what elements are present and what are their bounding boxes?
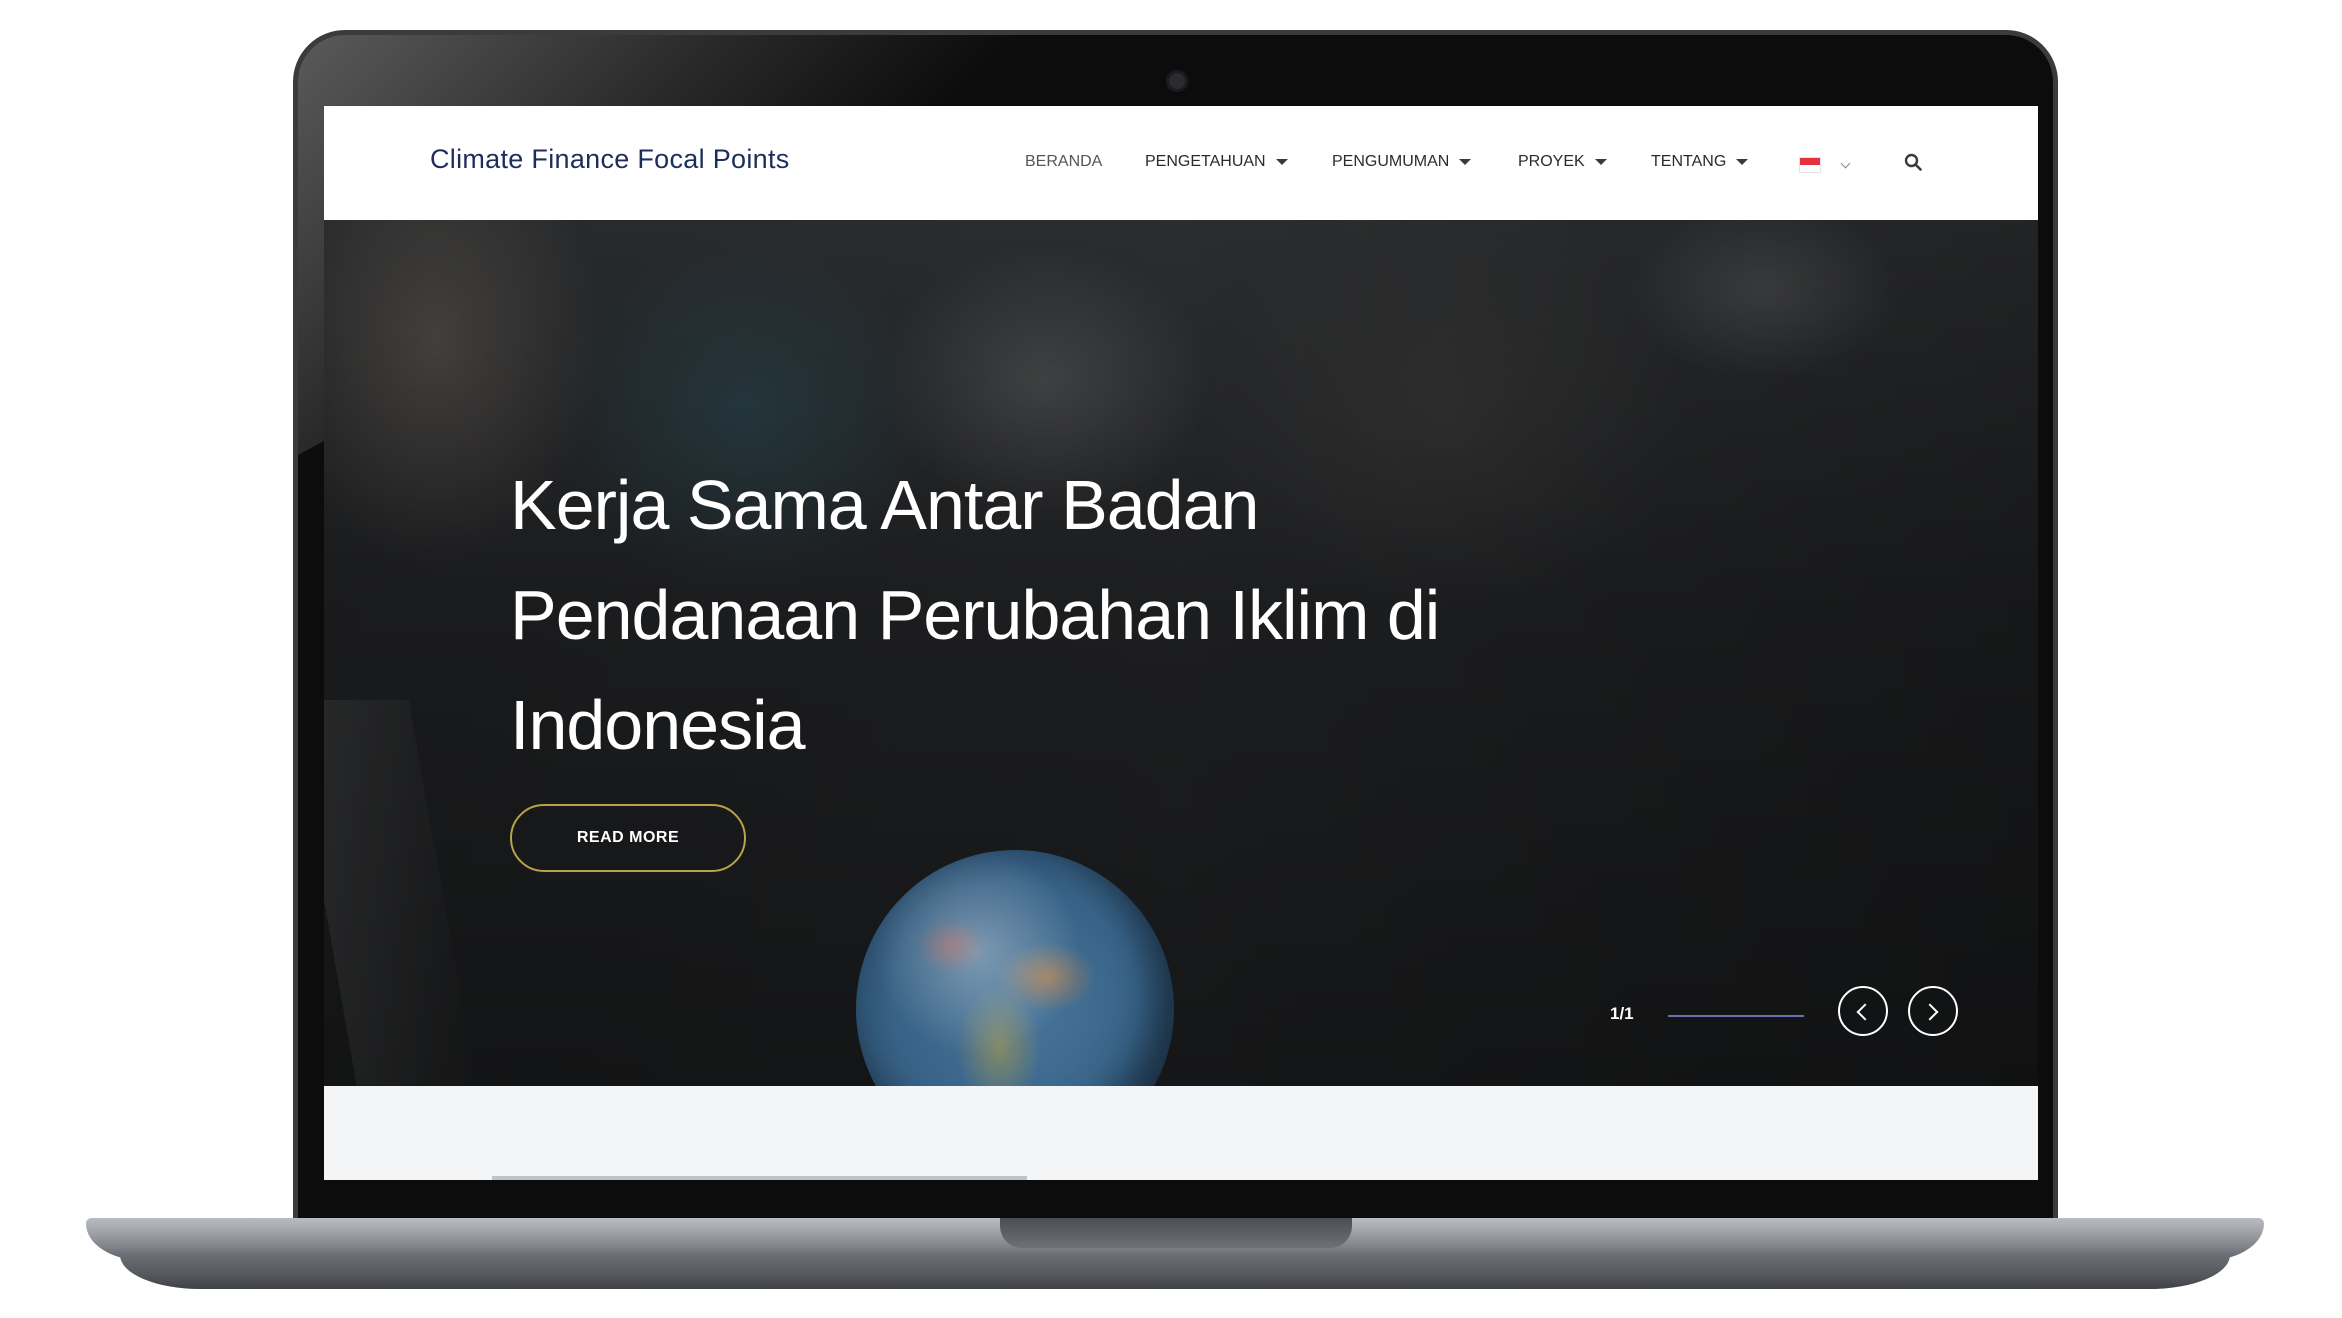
- content-section: [324, 1086, 2038, 1180]
- next-slide-button[interactable]: [1908, 986, 1958, 1036]
- slide-progress-fill: [1668, 1015, 1804, 1017]
- nav-item-beranda[interactable]: BERANDA: [1025, 153, 1102, 171]
- hero-title-line: Indonesia: [510, 686, 806, 764]
- nav-item-pengetahuan[interactable]: PENGETAHUAN: [1145, 153, 1288, 171]
- nav-item-label: PENGETAHUAN: [1145, 153, 1266, 170]
- slide-counter: 1/1: [1610, 1004, 1634, 1023]
- nav-item-label: BERANDA: [1025, 153, 1103, 170]
- caret-down-icon: [1736, 159, 1749, 165]
- caret-down-icon: [1275, 159, 1288, 165]
- site-header: Climate Finance Focal Points BERANDA PEN…: [324, 106, 2038, 220]
- site-brand[interactable]: Climate Finance Focal Points: [430, 144, 790, 175]
- search-icon[interactable]: [1904, 153, 1922, 171]
- previous-slide-button[interactable]: [1838, 986, 1888, 1036]
- hero-title-line: Kerja Sama Antar Badan: [510, 466, 1259, 544]
- chevron-down-icon: [1840, 158, 1851, 168]
- hero-title-line: Pendanaan Perubahan Iklim di: [510, 576, 1440, 654]
- laptop-base-bottom: [120, 1255, 2230, 1289]
- chevron-left-icon: [1856, 1003, 1874, 1021]
- read-more-button[interactable]: READ MORE: [510, 804, 746, 872]
- indonesia-flag-icon: [1800, 158, 1820, 172]
- nav-item-label: PENGUMUMAN: [1332, 153, 1450, 170]
- nav-item-proyek[interactable]: PROYEK: [1518, 153, 1607, 171]
- nav-item-pengumuman[interactable]: PENGUMUMAN: [1332, 153, 1472, 171]
- chevron-right-icon: [1921, 1003, 1939, 1021]
- laptop-mockup: Climate Finance Focal Points BERANDA PEN…: [0, 0, 2342, 1318]
- nav-item-label: TENTANG: [1651, 153, 1727, 170]
- content-divider: [492, 1176, 1027, 1180]
- caret-down-icon: [1594, 159, 1607, 165]
- nav-item-tentang[interactable]: TENTANG: [1651, 153, 1749, 171]
- hero-title: Kerja Sama Antar Badan Pendanaan Perubah…: [510, 450, 1560, 780]
- laptop-opening-notch: [1000, 1218, 1352, 1248]
- webcam-icon: [1166, 70, 1188, 92]
- browser-screen: Climate Finance Focal Points BERANDA PEN…: [324, 106, 2038, 1180]
- caret-down-icon: [1459, 159, 1472, 165]
- nav-item-label: PROYEK: [1518, 153, 1585, 170]
- language-switcher[interactable]: [1800, 158, 1851, 172]
- hero-slider: Kerja Sama Antar Badan Pendanaan Perubah…: [324, 220, 2038, 1086]
- slide-progress-bar: [1668, 1015, 1804, 1017]
